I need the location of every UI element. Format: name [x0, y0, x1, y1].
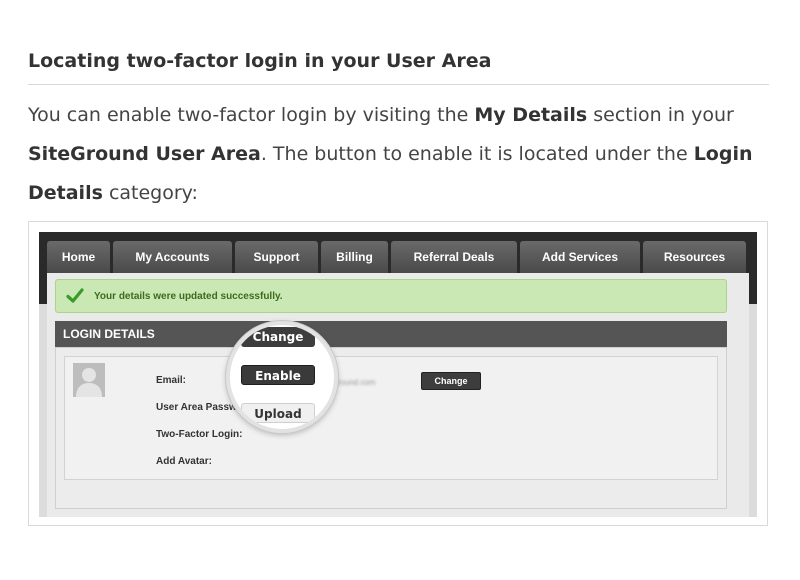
login-details-header: LOGIN DETAILS	[55, 321, 727, 347]
intro-text: category:	[102, 182, 198, 204]
avatar-label: Add Avatar:	[156, 456, 212, 467]
intro-bold-my-details: My Details	[474, 104, 588, 126]
intro-text: . The button to enable it is located und…	[260, 143, 694, 165]
tab-billing[interactable]: Billing	[321, 241, 388, 273]
content-panel: Your details were updated successfully. …	[47, 273, 749, 517]
check-icon	[66, 288, 84, 303]
tab-home[interactable]: Home	[47, 241, 110, 273]
details-box: Email: george.v.ill...@siteground.com Ch…	[64, 356, 718, 480]
intro-bold-user-area: SiteGround User Area	[28, 143, 261, 165]
nav-tabs: Home My Accounts Support Billing Referra…	[47, 241, 746, 273]
login-details-body: Email: george.v.ill...@siteground.com Ch…	[55, 347, 727, 509]
email-change-button[interactable]: Change	[421, 372, 481, 390]
success-text: Your details were updated successfully.	[94, 290, 283, 302]
intro-text: You can enable two-factor login by visit…	[28, 104, 475, 126]
user-avatar-icon	[73, 363, 105, 397]
email-label: Email:	[156, 375, 187, 386]
tab-my-accounts[interactable]: My Accounts	[113, 241, 232, 273]
two-factor-label: Two-Factor Login:	[156, 429, 243, 440]
success-message: Your details were updated successfully.	[55, 279, 727, 313]
tab-referral-deals[interactable]: Referral Deals	[391, 241, 517, 273]
section-heading: Locating two-factor login in your User A…	[28, 50, 769, 85]
tab-support[interactable]: Support	[235, 241, 318, 273]
enable-two-factor-button[interactable]: Enable	[241, 365, 315, 385]
tab-add-services[interactable]: Add Services	[520, 241, 640, 273]
upload-avatar-button[interactable]: Upload	[241, 403, 315, 423]
intro-text: section in your	[587, 104, 734, 126]
user-area-screenshot: Home My Accounts Support Billing Referra…	[39, 232, 757, 517]
intro-paragraph: You can enable two-factor login by visit…	[28, 96, 773, 213]
magnifier-callout: Change Enable Upload	[226, 321, 338, 433]
tab-resources[interactable]: Resources	[643, 241, 746, 273]
screenshot-frame: Home My Accounts Support Billing Referra…	[28, 221, 768, 526]
password-change-button[interactable]: Change	[241, 327, 315, 347]
